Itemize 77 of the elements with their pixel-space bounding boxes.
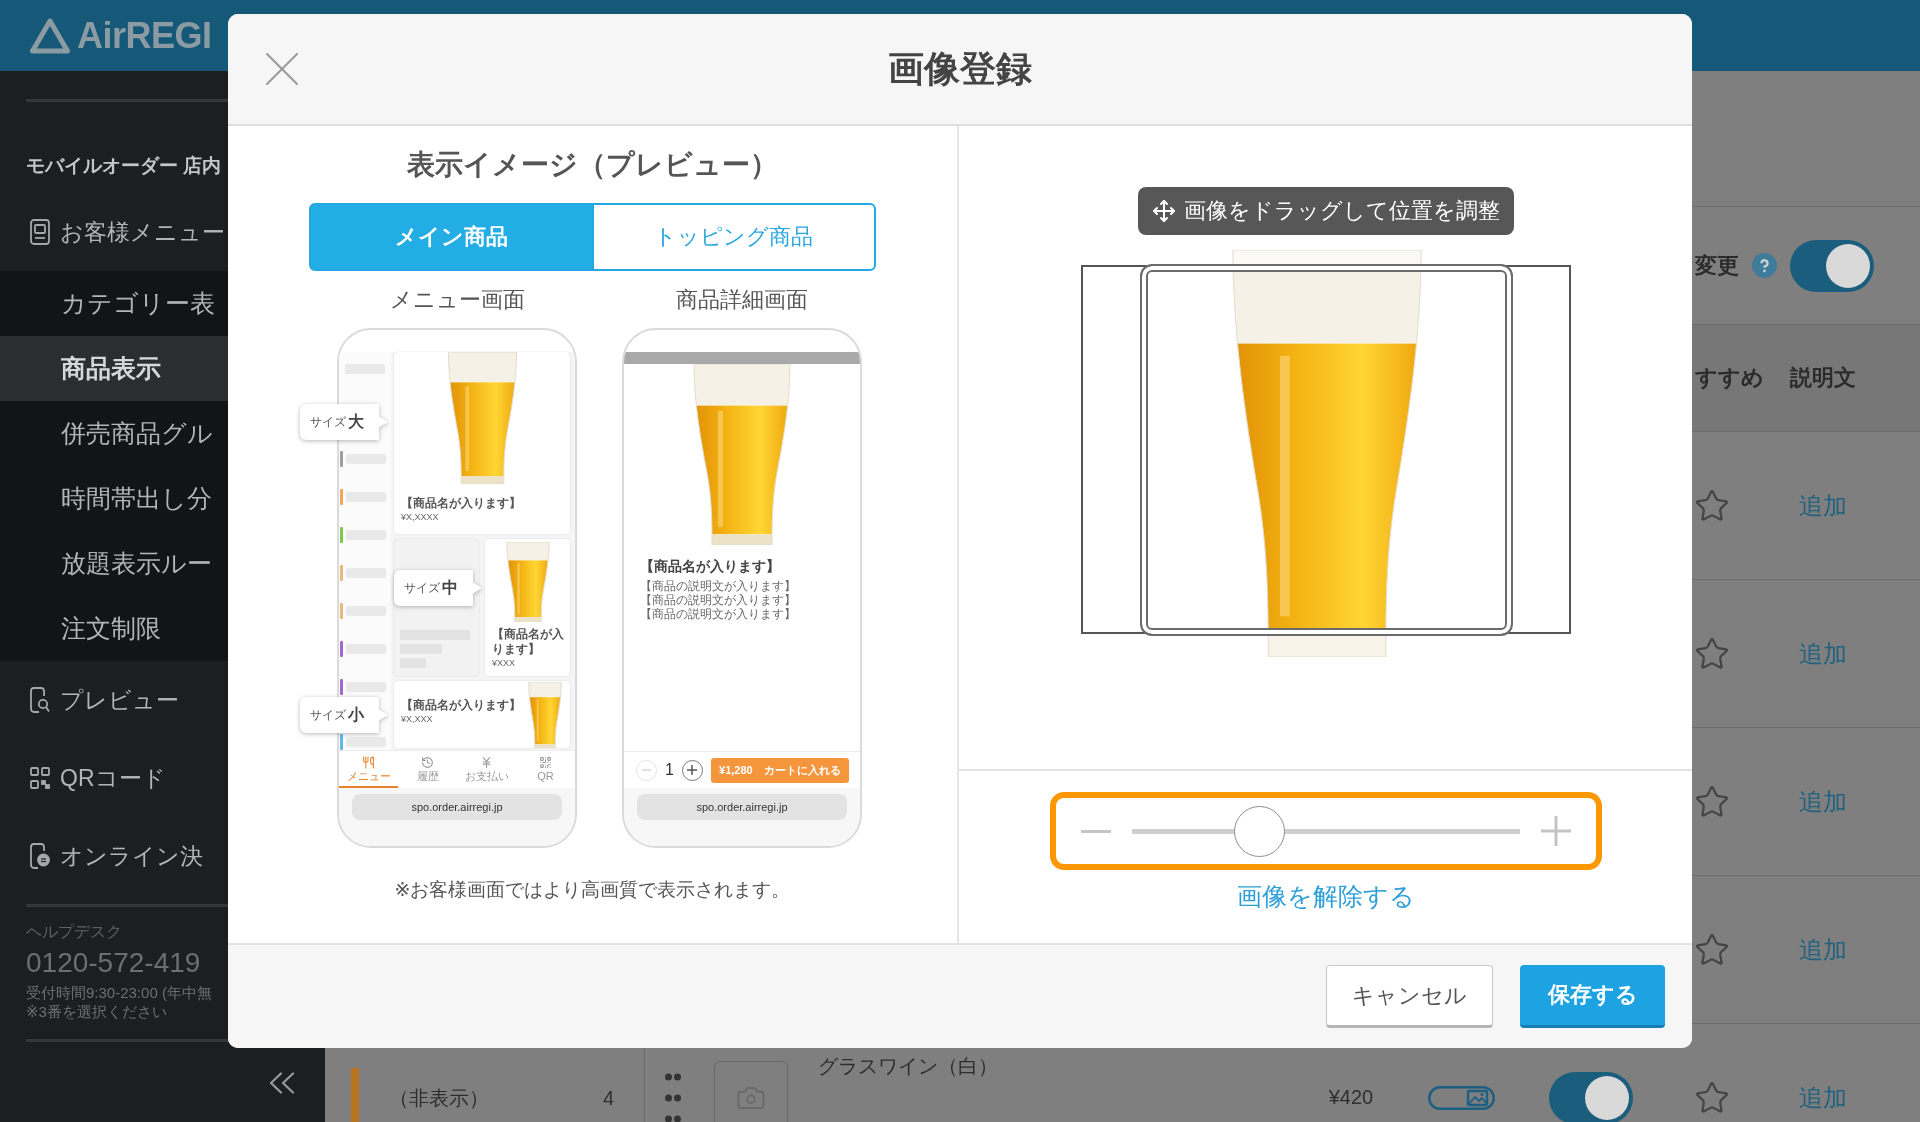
helpdesk-hours: 受付時間9:30-23:00 (年中無 (26, 983, 212, 1002)
hint-text: 画像をドラッグして位置を調整 (1183, 197, 1500, 225)
remove-image-link[interactable]: 画像を解除する (1236, 881, 1415, 911)
product-name: 【商品名が入ります】 (492, 627, 565, 657)
column-header: 説明文 (1790, 364, 1856, 392)
image-toggle-icon[interactable] (1427, 1085, 1495, 1110)
helpdesk-title: ヘルプデスク (26, 922, 122, 942)
section-title: モバイルオーダー 店内 (26, 154, 222, 177)
tab[interactable]: メイン商品 (309, 203, 594, 271)
quality-note: ※お客様画面ではより高画質で表示されます。 (394, 878, 791, 901)
history-icon (421, 755, 434, 769)
tab-bar-item[interactable]: お支払い (457, 751, 516, 788)
help-icon[interactable] (1752, 253, 1777, 278)
fork-knife-icon (362, 755, 375, 769)
description-line: 【商品の説明文が入ります】 (640, 593, 796, 607)
preview-heading: 表示イメージ（プレビュー） (407, 148, 778, 182)
description-line: 【商品の説明文が入ります】 (640, 607, 796, 621)
add-link[interactable]: 追加 (1799, 489, 1847, 522)
star-icon[interactable] (1694, 635, 1730, 672)
tab-bar-item[interactable]: QR (516, 751, 575, 788)
add-link[interactable]: 追加 (1799, 1081, 1847, 1114)
quantity-value: 1 (665, 761, 674, 779)
star-icon[interactable] (1694, 1079, 1730, 1116)
product-price: ¥X,XXX (401, 713, 433, 725)
phone-coin-icon (30, 843, 50, 869)
category-count: 4 (602, 1086, 614, 1110)
size-callout: サイズ中 (394, 570, 482, 606)
setting-label: 変更 (1695, 251, 1739, 280)
product-price: ¥XXX (492, 657, 515, 669)
tab-bar-item[interactable]: 履歴 (398, 751, 457, 788)
qr-code-icon (30, 767, 50, 789)
star-icon[interactable] (1694, 487, 1730, 524)
beer-glass-drawing (528, 682, 562, 748)
zoom-in-button[interactable] (1540, 816, 1571, 846)
column-header: すすめ (1695, 364, 1764, 392)
category-name[interactable]: （非表示） (389, 1086, 489, 1110)
drag-handle-icon[interactable] (665, 1072, 681, 1122)
add-link[interactable]: 追加 (1799, 933, 1847, 966)
description-line: 【商品の説明文が入ります】 (640, 579, 796, 593)
close-button[interactable] (266, 53, 298, 85)
yen-icon (480, 755, 493, 769)
tab[interactable]: トッピング商品 (591, 203, 876, 271)
screen-label: メニュー画面 (389, 287, 525, 313)
helpdesk-note: ※3番を選択ください (26, 1002, 167, 1021)
nav-item[interactable]: QRコード (0, 739, 325, 817)
star-icon[interactable] (1694, 783, 1730, 820)
plus-icon (1540, 816, 1571, 846)
add-link[interactable]: 追加 (1799, 637, 1847, 670)
product-price: ¥420 (1328, 1086, 1374, 1109)
screen-label: 商品詳細画面 (676, 287, 808, 313)
logo-text: AirREGI (77, 17, 212, 54)
document-icon (30, 219, 50, 245)
plus-icon (687, 765, 698, 775)
cancel-button[interactable]: キャンセル (1326, 965, 1493, 1028)
product-price: ¥X,XXXX (401, 511, 439, 523)
minus-icon (1080, 829, 1111, 833)
product-name: 【商品名が入ります】 (401, 698, 521, 713)
product-title: 【商品名が入ります】 (640, 557, 780, 575)
url-bar: spo.order.airregi.jp (352, 794, 562, 820)
modal-title: 画像登録 (888, 47, 1032, 91)
logo-icon (29, 17, 71, 54)
add-to-cart-button[interactable]: ¥1,280 カートに入れる (710, 757, 849, 783)
close-icon (266, 53, 298, 85)
helpdesk-phone: 0120-572-419 (26, 946, 201, 980)
add-link[interactable]: 追加 (1799, 785, 1847, 818)
star-icon[interactable] (1694, 931, 1730, 968)
move-icon (1151, 199, 1176, 223)
toggle-switch[interactable] (1549, 1071, 1633, 1122)
qr-code-icon (539, 755, 552, 769)
save-button[interactable]: 保存する (1520, 965, 1665, 1028)
chevrons-left-icon (269, 1072, 295, 1094)
product-name: グラスワイン（白） (818, 1054, 998, 1078)
toggle-switch[interactable] (1790, 239, 1874, 292)
phone-search-icon (30, 687, 50, 713)
nav-item[interactable]: オンライン決 (0, 817, 325, 895)
url-bar: spo.order.airregi.jp (637, 794, 847, 820)
product-name: 【商品名が入ります】 (401, 496, 521, 511)
